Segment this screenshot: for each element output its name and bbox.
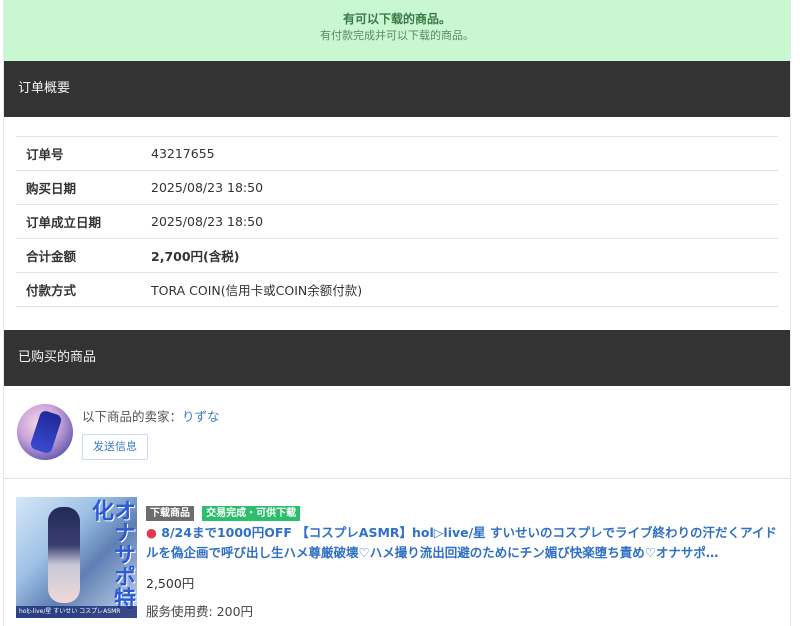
product-title: 8/24まで1000円OFF 【コスプレASMR】hol▷live/星 すいせい… xyxy=(146,525,777,560)
row-label: 订单成立日期 xyxy=(26,215,102,230)
transaction-complete-tag: 交易完成・可供下载 xyxy=(202,506,301,521)
purchase-date-value: 2025/08/23 18:50 xyxy=(151,180,264,195)
order-summary-table: 订单号 43217655 购买日期 2025/08/23 18:50 订单成立日… xyxy=(16,136,778,307)
purchase-date-row: 购买日期 2025/08/23 18:50 xyxy=(16,170,778,205)
row-label: 合计金额 xyxy=(26,249,77,264)
total-amount-row: 合计金额 2,700円(含税) xyxy=(16,238,778,273)
row-label: 订单号 xyxy=(26,147,64,162)
order-established-date-row: 订单成立日期 2025/08/23 18:50 xyxy=(16,204,778,239)
payment-method-value: TORA COIN(信用卡或COIN余额付款) xyxy=(151,283,363,298)
product-thumbnail[interactable]: オナサポ特化 hol▷live/星 すいせい コスプレASMR xyxy=(16,497,137,618)
download-item-tag: 下载商品 xyxy=(146,506,194,521)
payment-method-row: 付款方式 TORA COIN(信用卡或COIN余额付款) xyxy=(16,272,778,307)
order-detail-page: 有可以下载的商品。 有付款完成并可以下载的商品。 订单概要 订单号 432176… xyxy=(3,0,791,626)
seller-block: 以下商品的卖家：りずな 发送信息 xyxy=(4,386,790,479)
order-summary: 订单号 43217655 购买日期 2025/08/23 18:50 订单成立日… xyxy=(4,117,790,330)
order-number-value: 43217655 xyxy=(151,146,215,161)
row-label: 购买日期 xyxy=(26,181,77,196)
service-fee: 服务使用费: 200円 xyxy=(146,604,254,619)
send-message-button[interactable]: 发送信息 xyxy=(82,434,148,460)
order-summary-header: 订单概要 xyxy=(4,61,790,117)
product-price: 2,500円 xyxy=(146,576,195,591)
notice-subtitle: 有付款完成并可以下载的商品。 xyxy=(320,29,474,42)
seller-prefix: 以下商品的卖家： xyxy=(82,409,183,424)
row-label: 付款方式 xyxy=(26,283,77,298)
thumbnail-figure xyxy=(48,507,80,603)
seller-avatar[interactable] xyxy=(17,404,73,460)
thumbnail-title: オナサポ特化 xyxy=(88,499,135,609)
product-title-link[interactable]: ● 8/24まで1000円OFF 【コスプレASMR】hol▷live/星 すい… xyxy=(146,523,780,563)
seller-name-link[interactable]: りずな xyxy=(182,409,220,424)
order-number-row: 订单号 43217655 xyxy=(16,136,778,171)
red-dot-icon: ● xyxy=(146,525,157,540)
thumbnail-caption: hol▷live/星 すいせい コスプレASMR xyxy=(16,606,137,618)
product-item: オナサポ特化 hol▷live/星 すいせい コスプレASMR 下载商品 交易完… xyxy=(4,479,790,626)
download-notice: 有可以下载的商品。 有付款完成并可以下载的商品。 xyxy=(4,0,790,61)
total-amount-value: 2,700円(含税) xyxy=(151,249,240,264)
purchased-items-header: 已购买的商品 xyxy=(4,330,790,386)
notice-title: 有可以下载的商品。 xyxy=(342,12,451,26)
product-tags: 下载商品 交易完成・可供下载 xyxy=(146,501,303,521)
seller-info: 以下商品的卖家：りずな xyxy=(82,406,220,425)
order-established-date-value: 2025/08/23 18:50 xyxy=(151,214,264,229)
